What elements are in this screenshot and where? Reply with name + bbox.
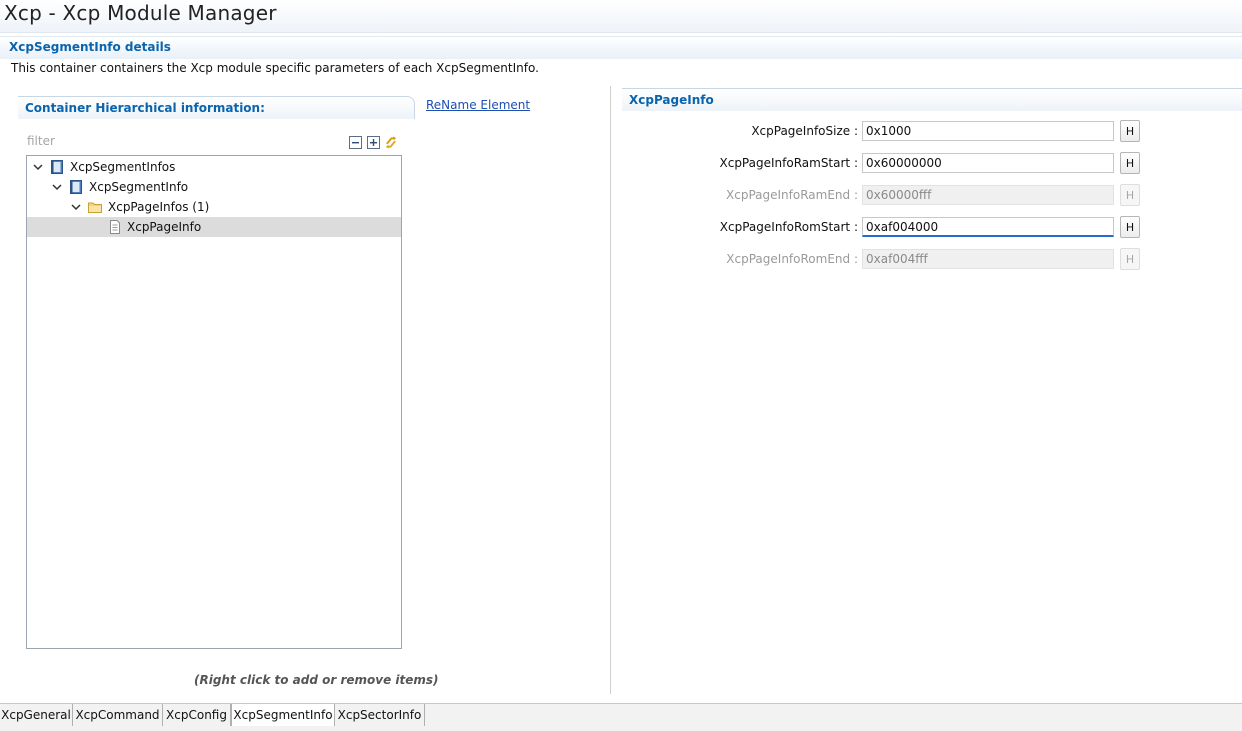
container-title: Container Hierarchical information: bbox=[25, 101, 265, 115]
param-label-rom-start: XcpPageInfoRomStart : bbox=[719, 220, 858, 234]
ram-start-field[interactable] bbox=[862, 153, 1114, 173]
tree-item-label: XcpSegmentInfo bbox=[89, 180, 189, 194]
param-label-ram-start: XcpPageInfoRamStart : bbox=[719, 156, 859, 170]
ram-start-help-button[interactable]: H bbox=[1120, 152, 1140, 174]
sync-button[interactable] bbox=[384, 135, 398, 149]
rename-element-link[interactable]: ReName Element bbox=[426, 98, 530, 112]
rom-start-field[interactable] bbox=[862, 217, 1114, 237]
tab-xcpsegmentinfo[interactable]: XcpSegmentInfo bbox=[231, 704, 335, 726]
size-help-button[interactable]: H bbox=[1120, 120, 1140, 142]
tree-item-xcpsegmentinfo[interactable]: XcpSegmentInfo bbox=[27, 177, 401, 197]
tab-xcpsectorinfo[interactable]: XcpSectorInfo bbox=[335, 704, 425, 726]
container-icon bbox=[70, 180, 82, 194]
document-icon bbox=[110, 220, 120, 234]
rom-end-field bbox=[862, 249, 1114, 269]
tree-item-xcpsegmentinfos[interactable]: XcpSegmentInfos bbox=[27, 157, 401, 177]
rom-end-help-button: H bbox=[1120, 248, 1140, 270]
tab-xcpconfig[interactable]: XcpConfig bbox=[163, 704, 231, 726]
section-header bbox=[0, 36, 1242, 59]
container-tree[interactable]: XcpSegmentInfos XcpSegmentInfo XcpPageIn… bbox=[26, 155, 402, 649]
ram-end-help-button: H bbox=[1120, 184, 1140, 206]
container-icon bbox=[51, 160, 63, 174]
param-label-rom-end: XcpPageInfoRomEnd : bbox=[726, 252, 858, 266]
sync-icon bbox=[385, 135, 397, 149]
filter-input[interactable] bbox=[27, 132, 327, 150]
collapse-all-icon bbox=[348, 135, 362, 149]
tree-item-label: XcpPageInfo bbox=[127, 220, 202, 234]
section-description: This container containers the Xcp module… bbox=[11, 61, 539, 75]
tree-item-xcppageinfos[interactable]: XcpPageInfos (1) bbox=[27, 197, 401, 217]
collapse-all-button[interactable] bbox=[348, 135, 362, 149]
chevron-down-icon[interactable] bbox=[52, 182, 62, 192]
tab-xcpgeneral[interactable]: XcpGeneral bbox=[0, 704, 73, 726]
section-title: XcpSegmentInfo details bbox=[9, 40, 171, 54]
tree-item-xcppageinfo[interactable]: XcpPageInfo bbox=[27, 217, 401, 237]
folder-icon bbox=[88, 202, 102, 213]
page-info-size-field[interactable] bbox=[862, 121, 1114, 141]
chevron-down-icon[interactable] bbox=[71, 202, 81, 212]
tab-xcpcommand[interactable]: XcpCommand bbox=[73, 704, 163, 726]
param-label-ram-end: XcpPageInfoRamEnd : bbox=[726, 188, 858, 202]
param-label-size: XcpPageInfoSize : bbox=[751, 124, 858, 138]
window-title: Xcp - Xcp Module Manager bbox=[4, 1, 277, 25]
right-click-hint: (Right click to add or remove items) bbox=[194, 673, 439, 687]
chevron-down-icon[interactable] bbox=[33, 162, 43, 172]
expand-all-button[interactable] bbox=[366, 135, 380, 149]
page-info-header bbox=[622, 88, 1242, 111]
tree-item-label: XcpSegmentInfos bbox=[70, 160, 176, 174]
panel-divider[interactable] bbox=[610, 86, 611, 694]
tree-item-label: XcpPageInfos (1) bbox=[108, 200, 210, 214]
expand-all-icon bbox=[366, 135, 380, 149]
rom-start-help-button[interactable]: H bbox=[1120, 216, 1140, 238]
ram-end-field bbox=[862, 185, 1114, 205]
page-info-title: XcpPageInfo bbox=[629, 93, 714, 107]
